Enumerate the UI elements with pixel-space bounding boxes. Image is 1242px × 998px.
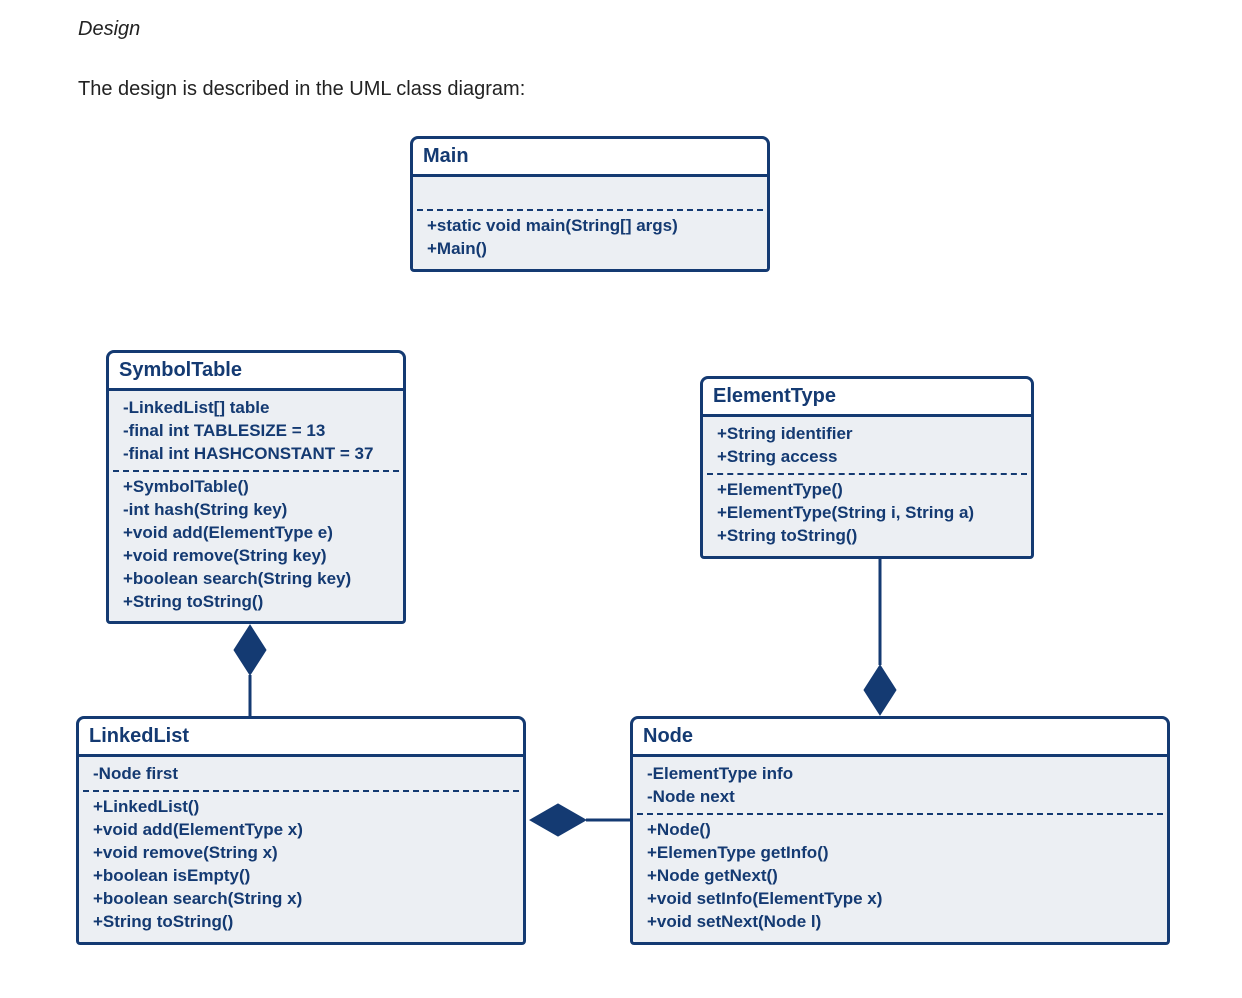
uml-op: +void setNext(Node l)	[647, 911, 1153, 934]
uml-op: +boolean search(String key)	[123, 568, 389, 591]
uml-attributes: -Node first	[79, 761, 523, 788]
uml-op: -int hash(String key)	[123, 499, 389, 522]
composition-diamond-icon	[864, 665, 896, 715]
composition-diamond-icon	[530, 804, 586, 836]
uml-op: +boolean search(String x)	[93, 888, 509, 911]
uml-operations: +ElementType() +ElementType(String i, St…	[703, 477, 1031, 550]
composition-diamond-icon	[234, 625, 266, 675]
uml-class-body: -ElementType info -Node next +Node() +El…	[633, 757, 1167, 942]
uml-operations: +Node() +ElemenType getInfo() +Node getN…	[633, 817, 1167, 936]
uml-attributes: +String identifier +String access	[703, 421, 1031, 471]
uml-attr: -final int TABLESIZE = 13	[123, 420, 389, 443]
uml-operations: +static void main(String[] args) +Main()	[413, 213, 767, 263]
uml-operations: +LinkedList() +void add(ElementType x) +…	[79, 794, 523, 936]
uml-op: +Main()	[427, 238, 753, 261]
uml-attr: +String identifier	[717, 423, 1017, 446]
uml-op: +void setInfo(ElementType x)	[647, 888, 1153, 911]
uml-class-node: Node -ElementType info -Node next +Node(…	[630, 716, 1170, 945]
uml-op: +ElementType()	[717, 479, 1017, 502]
uml-op: +void add(ElementType e)	[123, 522, 389, 545]
uml-op: +ElemenType getInfo()	[647, 842, 1153, 865]
uml-op: +boolean isEmpty()	[93, 865, 509, 888]
uml-attributes: -LinkedList[] table -final int TABLESIZE…	[109, 395, 403, 468]
uml-attr: -Node next	[647, 786, 1153, 809]
uml-op: +String toString()	[717, 525, 1017, 548]
uml-attr: +String access	[717, 446, 1017, 469]
uml-class-name: Main	[413, 139, 767, 177]
uml-class-name: Node	[633, 719, 1167, 757]
uml-divider	[637, 813, 1163, 815]
uml-op: +Node()	[647, 819, 1153, 842]
uml-class-elementtype: ElementType +String identifier +String a…	[700, 376, 1034, 559]
uml-attr: -LinkedList[] table	[123, 397, 389, 420]
section-heading: Design	[78, 18, 140, 41]
uml-diagram-page: Design The design is described in the UM…	[0, 0, 1242, 998]
uml-class-name: ElementType	[703, 379, 1031, 417]
uml-op: +void add(ElementType x)	[93, 819, 509, 842]
uml-op: +SymbolTable()	[123, 476, 389, 499]
uml-class-body: -LinkedList[] table -final int TABLESIZE…	[109, 391, 403, 621]
uml-attr: -final int HASHCONSTANT = 37	[123, 443, 389, 466]
uml-divider	[707, 473, 1027, 475]
uml-class-name: LinkedList	[79, 719, 523, 757]
uml-attr: -ElementType info	[647, 763, 1153, 786]
uml-divider	[417, 209, 763, 211]
uml-op: +LinkedList()	[93, 796, 509, 819]
uml-class-name: SymbolTable	[109, 353, 403, 391]
uml-class-symboltable: SymbolTable -LinkedList[] table -final i…	[106, 350, 406, 624]
uml-class-body: -Node first +LinkedList() +void add(Elem…	[79, 757, 523, 942]
uml-op: +static void main(String[] args)	[427, 215, 753, 238]
uml-divider	[83, 790, 519, 792]
uml-op: +String toString()	[123, 591, 389, 614]
uml-op: +ElementType(String i, String a)	[717, 502, 1017, 525]
uml-divider	[113, 470, 399, 472]
uml-class-body: +static void main(String[] args) +Main()	[413, 177, 767, 269]
uml-op: +String toString()	[93, 911, 509, 934]
uml-class-main: Main +static void main(String[] args) +M…	[410, 136, 770, 272]
uml-attributes: -ElementType info -Node next	[633, 761, 1167, 811]
uml-op: +Node getNext()	[647, 865, 1153, 888]
uml-attr: -Node first	[93, 763, 509, 786]
uml-op: +void remove(String key)	[123, 545, 389, 568]
uml-class-body: +String identifier +String access +Eleme…	[703, 417, 1031, 556]
uml-op: +void remove(String x)	[93, 842, 509, 865]
uml-operations: +SymbolTable() -int hash(String key) +vo…	[109, 474, 403, 616]
intro-text: The design is described in the UML class…	[78, 78, 525, 101]
uml-class-linkedlist: LinkedList -Node first +LinkedList() +vo…	[76, 716, 526, 945]
